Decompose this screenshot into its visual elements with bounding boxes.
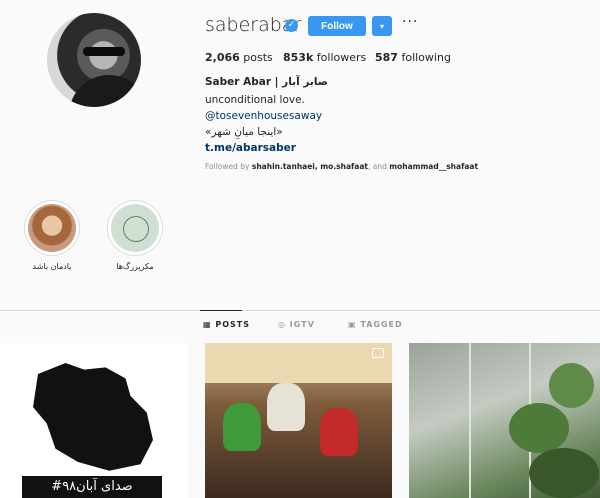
suggestions-dropdown-button[interactable]: ▾ [372, 16, 392, 36]
avatar-figure [69, 75, 141, 107]
tv-icon: ◎ [278, 320, 286, 329]
highlight-cover [111, 204, 159, 252]
followed-by-text: Followed by shahin.tanhaei, mo.shafaat, … [205, 162, 479, 171]
tab-posts[interactable]: ▦ POSTS [203, 320, 250, 329]
post-thumbnail[interactable] [409, 343, 600, 498]
avatar-sunglasses [83, 47, 125, 56]
following-stat[interactable]: 587 following [375, 51, 451, 64]
highlight-label: یادمان باشد [32, 262, 72, 271]
verified-badge-icon: ✓ [285, 19, 298, 32]
followers-stat[interactable]: 853k followers [283, 51, 366, 64]
plant-foliage [509, 403, 569, 453]
followed-by-last[interactable]: mohammad__shafaat [389, 162, 478, 171]
plant-foliage [549, 363, 594, 408]
carousel-canopy [205, 343, 392, 383]
follow-button[interactable]: Follow [308, 16, 366, 36]
camera-icon [372, 348, 384, 358]
bio-persian-text: «اینجا میانِ شهر» [205, 126, 283, 138]
followed-by-names[interactable]: shahin.tanhaei, mo.shafaat [252, 162, 368, 171]
iran-map-silhouette [33, 363, 153, 471]
post-thumbnail[interactable]: #صدای آبان۹۸ [0, 343, 188, 498]
highlight-label: مکرپزرگ‌ها [116, 262, 154, 271]
posts-count-stat: 2,066 posts [205, 51, 273, 64]
bio-external-link[interactable]: t.me/abarsaber [205, 142, 296, 154]
bio-full-name: Saber Abar | صابر آبار [205, 76, 328, 88]
tag-icon: ▣ [348, 320, 357, 329]
active-tab-indicator [200, 310, 242, 311]
plant-foliage [529, 448, 599, 498]
story-highlight-1[interactable] [24, 200, 80, 256]
greenhouse-frame [469, 343, 471, 498]
post-caption-text: #صدای آبان۹۸ [22, 476, 162, 498]
story-highlight-2[interactable] [107, 200, 163, 256]
bio-mention-link[interactable]: @tosevenhousesaway [205, 110, 322, 122]
more-options-icon[interactable]: ··· [402, 14, 418, 30]
tabs-divider [0, 310, 600, 311]
highlight-cover [28, 204, 76, 252]
grid-icon: ▦ [203, 320, 212, 329]
post-thumbnail[interactable] [205, 343, 392, 498]
carousel-horse [223, 403, 261, 451]
profile-avatar[interactable] [47, 13, 141, 107]
tab-tagged[interactable]: ▣ TAGGED [348, 320, 403, 329]
carousel-horse [267, 383, 305, 431]
bio-text: unconditional love. [205, 94, 305, 106]
carousel-horse [320, 408, 358, 456]
tab-igtv[interactable]: ◎ IGTV [278, 320, 315, 329]
